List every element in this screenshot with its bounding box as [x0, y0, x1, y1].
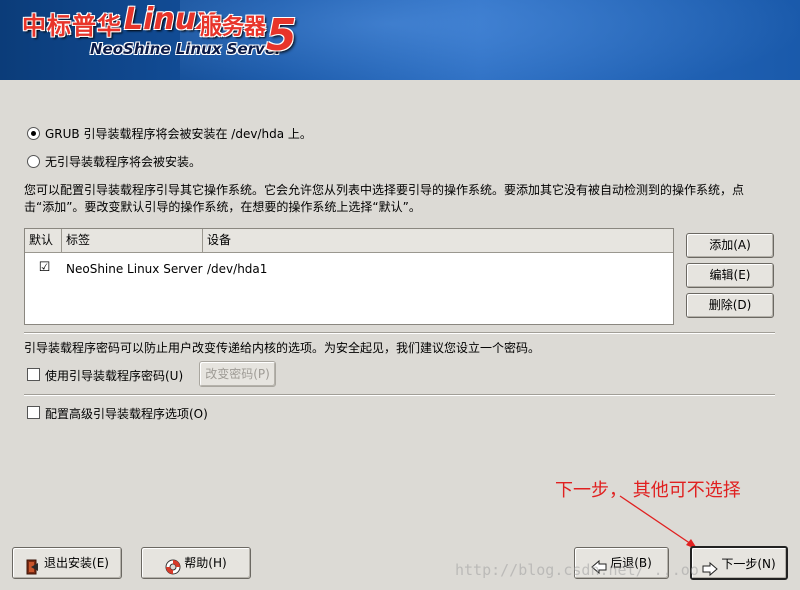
edit-button-label: 编辑(E)	[709, 268, 751, 282]
column-header-label[interactable]: 标签	[62, 229, 203, 252]
logo-server-text: 服务器	[200, 15, 267, 40]
change-password-label: 改变密码(P)	[205, 367, 270, 381]
logo-english-name: NeoShine Linux Server	[90, 40, 283, 58]
lifebuoy-icon	[165, 556, 181, 574]
advanced-options-label[interactable]: 配置高级引导装载程序选项(O)	[45, 405, 208, 422]
exit-install-button[interactable]: 退出安装(E)	[12, 547, 122, 579]
bootloader-description: 您可以配置引导装载程序引导其它操作系统。它会允许您从列表中选择要引导的操作系统。…	[24, 183, 745, 214]
table-row[interactable]: ☑ NeoShine Linux Server /dev/hda1	[25, 259, 673, 279]
no-bootloader-radio[interactable]	[27, 155, 40, 168]
next-label: 下一步(N)	[721, 557, 776, 571]
no-bootloader-radio-label[interactable]: 无引导装载程序将会被安装。	[45, 153, 201, 170]
separator	[24, 394, 775, 396]
logo-version: 5	[266, 10, 297, 61]
advanced-options-checkbox[interactable]	[27, 406, 40, 419]
add-button-label: 添加(A)	[709, 238, 751, 252]
help-label: 帮助(H)	[184, 556, 227, 570]
edit-button[interactable]: 编辑(E)	[686, 263, 774, 288]
boot-os-table[interactable]: 默认 标签 设备 ☑ NeoShine Linux Server /dev/hd…	[24, 228, 674, 325]
grub-radio[interactable]	[27, 127, 40, 140]
arrow-right-icon	[702, 557, 719, 576]
delete-button[interactable]: 删除(D)	[686, 293, 774, 318]
column-header-device[interactable]: 设备	[203, 229, 674, 252]
row-device: /dev/hda1	[207, 262, 268, 276]
separator	[24, 332, 775, 334]
exit-door-icon	[25, 556, 41, 574]
next-button[interactable]: 下一步(N)	[690, 546, 788, 580]
header-banner: 中标普华 Linux 服务器 NeoShine Linux Server 5	[0, 0, 800, 80]
column-header-default[interactable]: 默认	[25, 229, 62, 252]
use-password-checkbox[interactable]	[27, 368, 40, 381]
table-header: 默认 标签 设备	[25, 229, 673, 253]
help-button[interactable]: 帮助(H)	[141, 547, 251, 579]
change-password-button[interactable]: 改变密码(P)	[199, 361, 276, 387]
grub-radio-label[interactable]: GRUB 引导装载程序将会被安装在 /dev/hda 上。	[45, 125, 312, 142]
watermark-text: http://blog.csdn.net/ ...oo	[455, 561, 699, 579]
password-description: 引导装载程序密码可以防止用户改变传递给内核的选项。为安全起见，我们建议您设立一个…	[24, 341, 541, 355]
add-button[interactable]: 添加(A)	[686, 233, 774, 258]
default-checkbox[interactable]: ☑	[38, 261, 51, 275]
red-annotation-text: 下一步， 其他可不选择	[555, 480, 741, 501]
logo-chinese-name: 中标普华	[22, 12, 122, 40]
exit-install-label: 退出安装(E)	[44, 556, 109, 570]
delete-button-label: 删除(D)	[708, 298, 752, 312]
use-password-label[interactable]: 使用引导装载程序密码(U)	[45, 367, 183, 384]
row-label: NeoShine Linux Server	[66, 262, 203, 276]
